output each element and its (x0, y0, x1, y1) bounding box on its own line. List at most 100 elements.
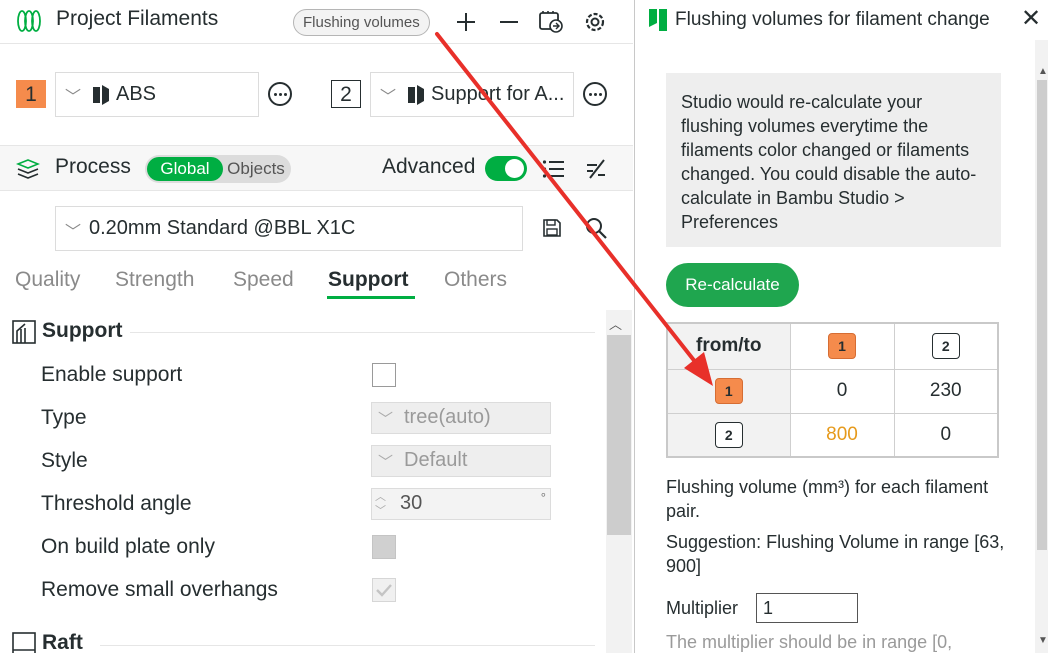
scroll-up-icon[interactable]: ︿ (609, 314, 622, 333)
compare-icon[interactable] (584, 157, 608, 181)
support-style-select[interactable]: ﹀ Default (371, 445, 551, 477)
section-divider (130, 332, 595, 333)
process-title: Process (55, 155, 131, 178)
advanced-toggle[interactable] (485, 156, 527, 181)
settings-tabs: Quality Strength Speed Support Others (0, 262, 633, 302)
cell-2-1[interactable]: 800 (789, 412, 895, 458)
enable-support-checkbox[interactable] (372, 363, 396, 387)
filament-1-select[interactable]: ﹀ ABS (55, 72, 259, 117)
support-type-value: tree(auto) (404, 406, 491, 428)
chevron-down-icon: ﹀ (65, 89, 82, 106)
suggestion-text: Suggestion: Flushing Volume in range [63… (666, 532, 1005, 576)
search-icon[interactable] (584, 216, 608, 240)
remove-small-overhangs-label: Remove small overhangs (41, 578, 278, 601)
cell-1-1[interactable]: 0 (789, 368, 895, 414)
tab-speed[interactable]: Speed (233, 268, 294, 292)
filaments-header: Project Filaments Flushing volumes (0, 0, 633, 44)
scroll-up-icon[interactable]: ▲ (1038, 66, 1048, 77)
gear-icon[interactable] (582, 9, 608, 35)
build-plate-only-label: On build plate only (41, 535, 215, 558)
dialog-scroll-thumb[interactable] (1037, 80, 1047, 550)
spin-down-icon[interactable]: ﹀ (375, 506, 386, 517)
filament-2-more-options-icon[interactable] (583, 82, 607, 106)
filaments-title: Project Filaments (56, 7, 219, 30)
list-icon[interactable] (542, 158, 566, 180)
tab-support[interactable]: Support (328, 268, 408, 292)
bambu-logo-icon (649, 9, 667, 31)
sync-ams-icon[interactable] (538, 9, 564, 35)
row-header-2: 2 (666, 412, 791, 458)
threshold-angle-unit: ° (540, 490, 546, 505)
threshold-angle-value: 30 (400, 492, 423, 514)
section-title-raft: Raft (42, 631, 83, 653)
table-row: 2 800 0 (666, 412, 999, 458)
threshold-angle-label: Threshold angle (41, 492, 192, 515)
global-objects-switch[interactable]: Global Objects (145, 155, 291, 183)
recalculate-button[interactable]: Re-calculate (666, 263, 799, 307)
plus-icon[interactable] (453, 9, 479, 35)
table-row: 1 0 230 (666, 368, 999, 414)
remove-small-overhangs-checkbox[interactable] (372, 578, 396, 602)
filament-badge-1: 1 (828, 333, 856, 360)
support-type-select[interactable]: ﹀ tree(auto) (371, 402, 551, 434)
table-header-row: from/to 1 2 (666, 322, 999, 370)
filament-2-badge[interactable]: 2 (331, 80, 361, 108)
flushing-volumes-button[interactable]: Flushing volumes (293, 9, 430, 36)
threshold-angle-input[interactable]: ︿ ﹀ 30 ° (371, 488, 551, 520)
filament-1-badge[interactable]: 1 (16, 80, 46, 108)
chevron-down-icon: ﹀ (65, 224, 82, 241)
section-divider (100, 645, 595, 646)
filament-1-more-options-icon[interactable] (268, 82, 292, 106)
brand-cube-icon (93, 85, 109, 105)
auto-calc-info: Studio would re-calculate your flushing … (666, 73, 1001, 247)
col-header-2: 2 (893, 322, 999, 370)
close-icon[interactable]: ✕ (1018, 6, 1044, 32)
section-title-support: Support (42, 319, 123, 342)
build-plate-only-checkbox[interactable] (372, 535, 396, 559)
filament-badge-2: 2 (714, 421, 743, 448)
row-header-1: 1 (666, 368, 791, 414)
tab-strength[interactable]: Strength (115, 268, 194, 292)
process-bar: Process Global Objects Advanced (0, 145, 633, 191)
filament-2-select[interactable]: ﹀ Support for A... (370, 72, 574, 117)
mode-global[interactable]: Global (147, 157, 223, 181)
multiplier-label: Multiplier (666, 598, 739, 618)
active-tab-indicator (327, 296, 415, 299)
checkmark-icon (376, 584, 392, 597)
cell-1-2[interactable]: 230 (893, 368, 999, 414)
process-preset-select[interactable]: ﹀ 0.20mm Standard @BBL X1C (55, 206, 523, 251)
chevron-down-icon: ﹀ (378, 454, 394, 471)
advanced-label: Advanced (382, 155, 476, 178)
left-sidebar: Project Filaments Flushing volumes 1 ﹀ A… (0, 0, 633, 653)
type-label: Type (41, 406, 87, 429)
table-corner: from/to (666, 322, 791, 370)
preset-name: 0.20mm Standard @BBL X1C (89, 217, 356, 239)
mode-objects[interactable]: Objects (223, 157, 289, 181)
save-icon[interactable] (542, 218, 562, 238)
enable-support-label: Enable support (41, 363, 183, 386)
settings-scroll-thumb[interactable] (607, 335, 631, 535)
tab-others[interactable]: Others (444, 268, 507, 292)
tab-quality[interactable]: Quality (15, 268, 80, 292)
spin-up-icon[interactable]: ︿ (375, 492, 386, 503)
process-layers-icon (16, 159, 40, 179)
dialog-title-bar: Flushing volumes for filament change ✕ (635, 0, 1048, 40)
minus-icon[interactable] (496, 9, 522, 35)
multiplier-hint: The multiplier should be in range [0, (666, 632, 953, 652)
scroll-down-icon[interactable]: ▼ (1038, 635, 1048, 646)
flushing-volume-note: Flushing volume (mm³) for each filament … (666, 477, 989, 521)
brand-cube-icon (408, 85, 424, 105)
raft-section-icon (12, 632, 36, 653)
filament-badge-2: 2 (931, 333, 960, 360)
dialog-title: Flushing volumes for filament change (675, 9, 990, 30)
support-section-icon (12, 320, 36, 344)
cell-2-2[interactable]: 0 (893, 412, 999, 458)
filament-badge-1: 1 (714, 378, 743, 404)
flushing-volume-table: from/to 1 2 1 0 230 2 800 0 (666, 322, 999, 458)
filament-spool-icon (17, 10, 41, 32)
filament-2-name: Support for A... (431, 83, 565, 105)
support-style-value: Default (404, 449, 468, 471)
chevron-down-icon: ﹀ (378, 411, 394, 428)
chevron-down-icon: ﹀ (380, 89, 397, 106)
multiplier-input[interactable]: 1 (756, 593, 858, 623)
